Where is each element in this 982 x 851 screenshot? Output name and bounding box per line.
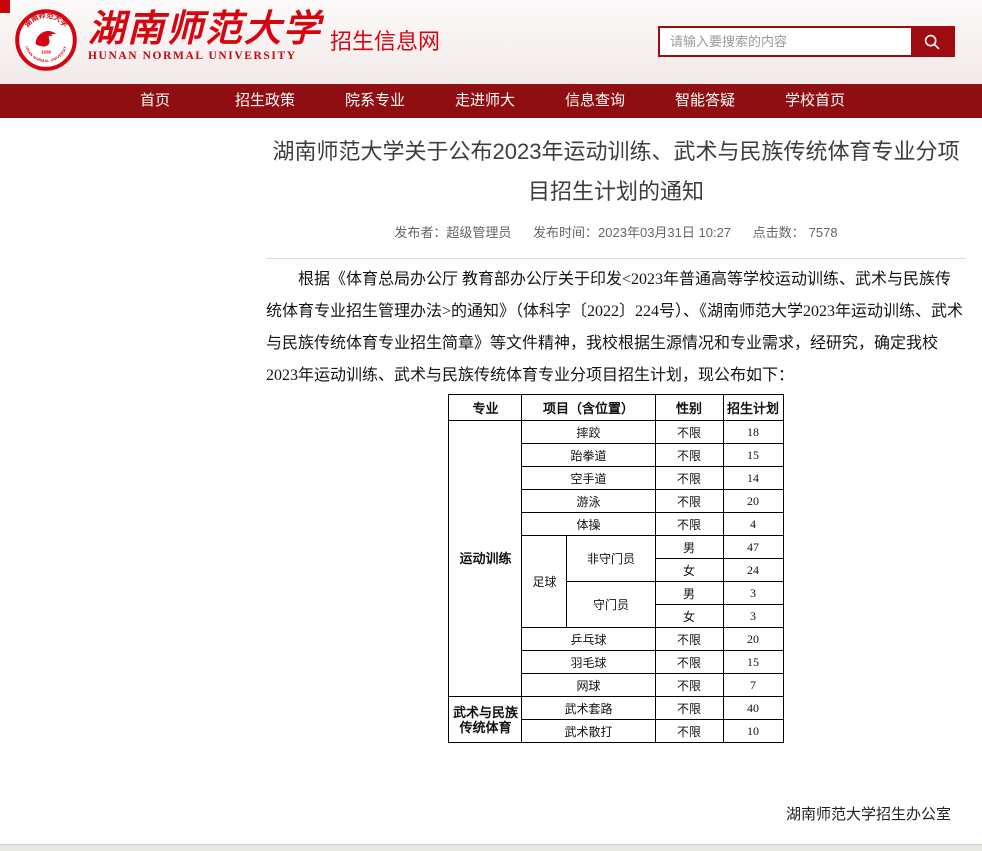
svg-text:1938: 1938 — [41, 50, 51, 55]
nav-item-about[interactable]: 走进师大 — [430, 84, 540, 118]
page: 湖南师范大学 HUNAN NORMAL UNIVERSITY 1938 湖南师范… — [0, 0, 982, 851]
table-cell: 47 — [723, 536, 783, 559]
table-header-cell: 性别 — [655, 395, 723, 421]
table-cell: 4 — [723, 513, 783, 536]
table-cell: 不限 — [655, 697, 723, 720]
table-cell: 40 — [723, 697, 783, 720]
footer-band — [0, 844, 982, 851]
nav-item-admission-policy[interactable]: 招生政策 — [210, 84, 320, 118]
table-cell: 武术散打 — [522, 720, 655, 743]
table-cell: 男 — [655, 582, 723, 605]
site-header: 湖南师范大学 HUNAN NORMAL UNIVERSITY 1938 湖南师范… — [0, 0, 982, 84]
page-title: 湖南师范大学关于公布2023年运动训练、武术与民族传统体育专业分项目招生计划的通… — [266, 132, 966, 212]
nav-item-departments[interactable]: 院系专业 — [320, 84, 430, 118]
table-cell: 武术套路 — [522, 697, 655, 720]
main-nav: 首页 招生政策 院系专业 走进师大 信息查询 智能答疑 学校首页 — [0, 84, 982, 118]
table-cell: 空手道 — [522, 467, 655, 490]
table-cell: 24 — [723, 559, 783, 582]
university-seal-icon: 湖南师范大学 HUNAN NORMAL UNIVERSITY 1938 — [14, 8, 78, 72]
table-cell: 摔跤 — [522, 421, 655, 444]
article: 湖南师范大学关于公布2023年运动训练、武术与民族传统体育专业分项目招生计划的通… — [0, 132, 982, 851]
table-cell: 运动训练 — [449, 421, 522, 697]
publish-time: 发布时间：2023年03月31日 10:27 — [533, 225, 731, 240]
nav-item-home[interactable]: 首页 — [100, 84, 210, 118]
article-body: 根据《体育总局办公厅 教育部办公厅关于印发<2023年普通高等学校运动训练、武术… — [266, 258, 966, 851]
table-cell: 足球 — [522, 536, 567, 628]
table-cell: 男 — [655, 536, 723, 559]
table-cell: 不限 — [655, 444, 723, 467]
publisher: 发布者：超级管理员 — [394, 225, 511, 240]
table-cell: 14 — [723, 467, 783, 490]
table-cell: 3 — [723, 605, 783, 628]
table-cell: 游泳 — [522, 490, 655, 513]
brand-logo[interactable]: 湖南师范大学 HUNAN NORMAL UNIVERSITY 1938 湖南师范… — [14, 8, 440, 72]
table-cell: 乒乓球 — [522, 628, 655, 651]
search-icon — [923, 33, 941, 51]
table-cell: 体操 — [522, 513, 655, 536]
signature: 湖南师范大学招生办公室 — [266, 803, 966, 824]
table-cell: 7 — [723, 674, 783, 697]
table-row: 专业项目（含位置）性别招生计划 — [449, 395, 783, 421]
table-row: 运动训练摔跤不限18 — [449, 421, 783, 444]
hits-label: 点击数： — [753, 225, 805, 240]
table-cell: 3 — [723, 582, 783, 605]
table-header-cell: 项目（含位置） — [522, 395, 655, 421]
site-name: 招生信息网 — [330, 24, 440, 56]
article-meta: 发布者：超级管理员 发布时间：2023年03月31日 10:27 点击数： 757… — [266, 222, 966, 241]
table-cell: 不限 — [655, 467, 723, 490]
nav-item-smart-qa[interactable]: 智能答疑 — [650, 84, 760, 118]
table-cell: 不限 — [655, 651, 723, 674]
table-cell: 10 — [723, 720, 783, 743]
table-cell: 不限 — [655, 674, 723, 697]
brand-text: 湖南师范大学 HUNAN NORMAL UNIVERSITY — [88, 8, 322, 62]
hits-count: 7578 — [809, 225, 838, 240]
table-cell: 羽毛球 — [522, 651, 655, 674]
body-paragraph: 根据《体育总局办公厅 教育部办公厅关于印发<2023年普通高等学校运动训练、武术… — [266, 264, 966, 392]
table-cell: 武术与民族传统体育 — [449, 697, 522, 743]
table-cell: 不限 — [655, 720, 723, 743]
table-cell: 守门员 — [567, 582, 655, 628]
table-cell: 不限 — [655, 421, 723, 444]
table-cell: 女 — [655, 605, 723, 628]
table-cell: 不限 — [655, 513, 723, 536]
university-name-english: HUNAN NORMAL UNIVERSITY — [88, 50, 322, 62]
table-header-cell: 专业 — [449, 395, 522, 421]
nav-item-info-query[interactable]: 信息查询 — [540, 84, 650, 118]
article-content: 湖南师范大学关于公布2023年运动训练、武术与民族传统体育专业分项目招生计划的通… — [266, 132, 966, 851]
table-cell: 不限 — [655, 628, 723, 651]
search-button[interactable] — [911, 28, 953, 55]
plan-table: 专业项目（含位置）性别招生计划运动训练摔跤不限18跆拳道不限15空手道不限14游… — [448, 394, 783, 743]
table-cell: 女 — [655, 559, 723, 582]
table-cell: 网球 — [522, 674, 655, 697]
table-cell: 不限 — [655, 490, 723, 513]
table-cell: 15 — [723, 444, 783, 467]
corner-decoration — [0, 0, 10, 13]
table-cell: 跆拳道 — [522, 444, 655, 467]
search-input[interactable] — [660, 28, 911, 55]
table-cell: 20 — [723, 490, 783, 513]
table-cell: 15 — [723, 651, 783, 674]
table-cell: 18 — [723, 421, 783, 444]
nav-item-school-home[interactable]: 学校首页 — [760, 84, 870, 118]
table-row: 武术与民族传统体育武术套路不限40 — [449, 697, 783, 720]
table-cell: 20 — [723, 628, 783, 651]
table-cell: 非守门员 — [567, 536, 655, 582]
university-name-calligraphy: 湖南师范大学 — [88, 8, 322, 52]
search-bar — [658, 26, 955, 57]
table-header-cell: 招生计划 — [723, 395, 783, 421]
